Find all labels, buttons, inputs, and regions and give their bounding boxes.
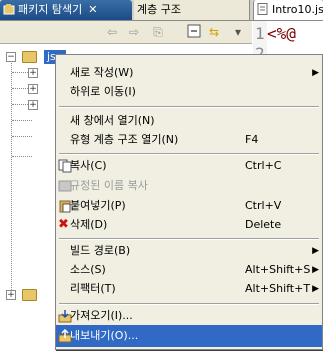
view-tab-bar: 패키지 탐색기 ✕ 계층 구조 Intro10.js [0, 0, 323, 21]
forward-arrow-icon[interactable]: ⇨ [126, 24, 142, 40]
tree-guide [11, 60, 12, 300]
menu-item-label: 규정된 이름 복사 [70, 179, 148, 192]
expand-toggle-icon[interactable]: + [28, 100, 38, 110]
expand-toggle-icon[interactable]: + [28, 68, 38, 78]
menu-item-label: 하위로 이동(I) [70, 85, 136, 98]
link-with-editor-icon[interactable]: ⇆ [206, 24, 222, 40]
code-line: <%@ [267, 24, 296, 43]
menu-item-label: 유형 계층 구조 열기(N) [70, 133, 179, 146]
up-folder-icon[interactable]: ⎘ [150, 24, 166, 40]
folder-icon [22, 289, 37, 301]
tab-package-explorer-label: 패키지 탐색기 [18, 3, 83, 16]
tab-hierarchy[interactable]: 계층 구조 [134, 0, 250, 20]
line-number: 1 [255, 24, 265, 43]
menu-item-copy[interactable]: 복사(C) Ctrl+C [56, 155, 322, 177]
package-tree: − jsp + + + + [0, 44, 66, 350]
menu-item-label: 리팩터(T) [70, 282, 116, 295]
menu-item-label: 가져오기(I)... [70, 309, 133, 322]
menu-item-label: 복사(C) [70, 159, 107, 172]
tab-editor-intro10[interactable]: Intro10.js [253, 0, 323, 20]
close-icon[interactable]: ✕ [88, 0, 97, 20]
menu-item-open-type-hierarchy[interactable]: 유형 계층 구조 열기(N) F4 [56, 129, 322, 151]
menu-item-label: 삭제(D) [70, 218, 108, 231]
menu-item-go-into[interactable]: 하위로 이동(I) [56, 81, 322, 103]
collapse-all-icon[interactable] [186, 24, 202, 40]
menu-item-shortcut: Ctrl+C [245, 159, 282, 172]
collapse-toggle-icon[interactable]: − [6, 52, 16, 62]
expand-toggle-icon[interactable]: + [6, 290, 16, 300]
context-menu: 새로 작성(W) ▶ 하위로 이동(I) 새 창에서 열기(N) 유형 계층 구… [55, 54, 323, 350]
jsp-file-icon [257, 2, 269, 15]
menu-item-copy-qualified-name[interactable]: 규정된 이름 복사 [56, 175, 322, 197]
tab-editor-label: Intro10.js [272, 3, 323, 16]
explorer-toolbar: ⇦ ⇨ ⎘ ⇆ ▾ [0, 21, 252, 44]
menu-item-label: 내보내기(O)... [70, 329, 139, 342]
menu-item-shortcut: Delete [245, 218, 282, 231]
menu-separator [59, 106, 319, 108]
menu-item-export[interactable]: 내보내기(O)... [56, 325, 322, 347]
package-explorer-icon [3, 2, 15, 15]
project-icon [22, 51, 37, 63]
tab-hierarchy-label: 계층 구조 [137, 3, 181, 16]
back-arrow-icon[interactable]: ⇦ [104, 24, 120, 40]
submenu-arrow-icon: ▶ [312, 284, 319, 294]
menu-item-shortcut: Alt+Shift+T [245, 282, 311, 295]
tab-package-explorer[interactable]: 패키지 탐색기 ✕ [0, 0, 132, 20]
menu-item-shortcut: F4 [245, 133, 259, 146]
menu-item-import[interactable]: 가져오기(I)... [56, 305, 322, 327]
menu-item-refactor[interactable]: 리팩터(T) Alt+Shift+T ▶ [56, 278, 322, 300]
menu-item-delete[interactable]: ✖ 삭제(D) Delete [56, 214, 322, 236]
expand-toggle-icon[interactable]: + [28, 84, 38, 94]
view-menu-icon[interactable]: ▾ [230, 24, 246, 40]
